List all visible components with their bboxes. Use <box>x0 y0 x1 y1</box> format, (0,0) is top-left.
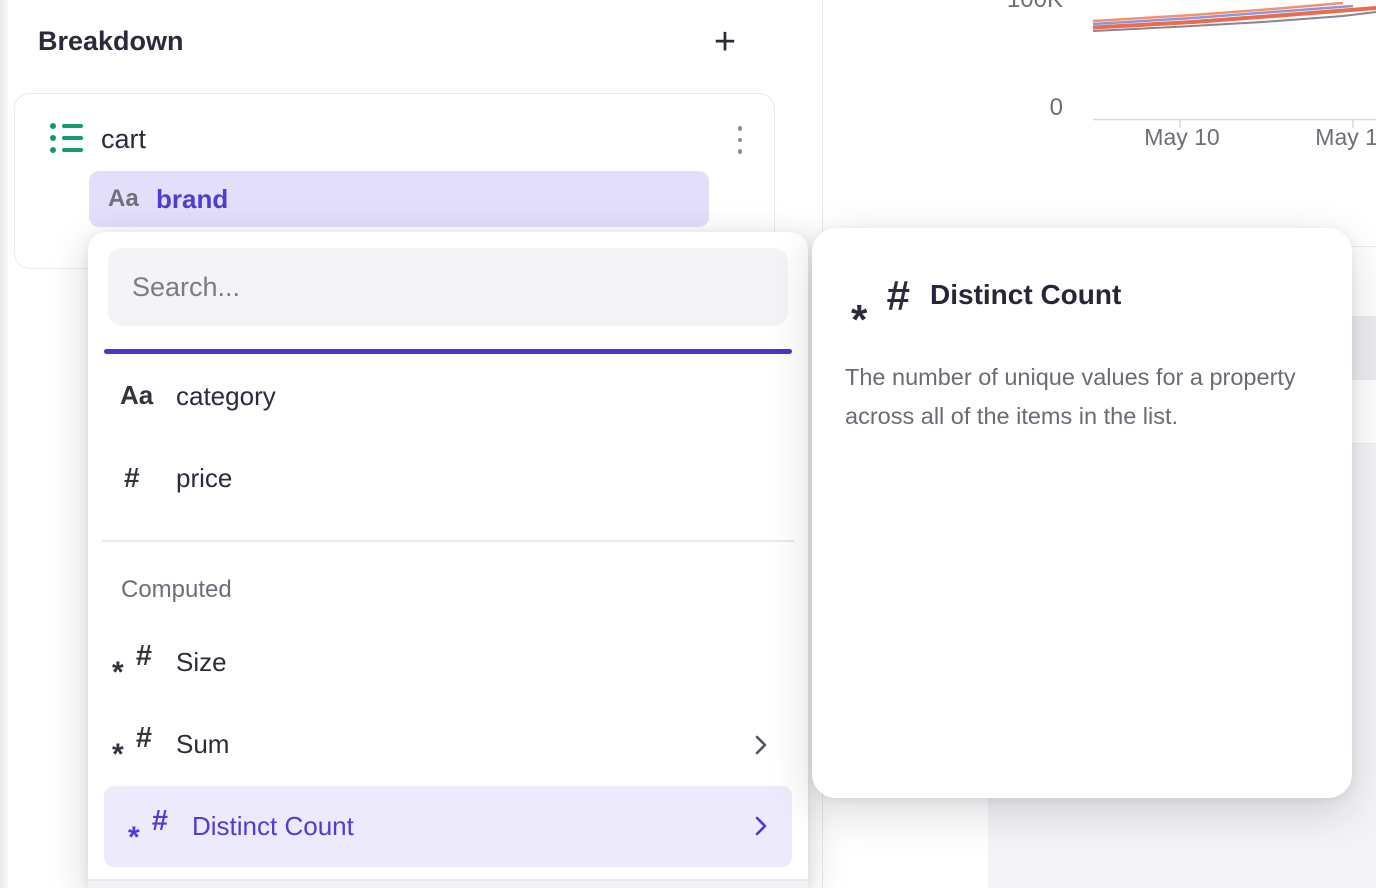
computed-option-size[interactable]: #* Size <box>88 628 808 698</box>
submenu-chevron-icon <box>754 815 768 842</box>
text-type-icon: Aa <box>108 185 139 213</box>
tooltip-title: Distinct Count <box>930 279 1121 311</box>
text-type-icon: Aa <box>120 380 153 411</box>
computed-option-label: Size <box>176 647 227 678</box>
line-chart <box>823 0 1376 140</box>
computed-number-icon: #* <box>132 808 168 848</box>
computed-number-icon: #* <box>116 643 152 683</box>
computed-option-label: Distinct Count <box>192 811 354 842</box>
dropdown-bottom-section <box>88 881 808 888</box>
property-dropdown: Aa category # price Computed #* Size #* … <box>88 232 808 888</box>
y-axis-label-100k: 100K <box>963 0 1063 14</box>
computed-option-sum[interactable]: #* Sum <box>88 710 808 780</box>
computed-number-icon: #* <box>858 276 910 332</box>
x-axis-label-may17: May 17 <box>1283 124 1376 151</box>
selected-property-chip[interactable]: Aa brand <box>89 171 709 227</box>
chart-series-lines <box>1093 3 1376 31</box>
number-type-icon: # <box>124 462 140 494</box>
search-input[interactable] <box>108 248 788 326</box>
list-icon <box>50 123 83 153</box>
group-options-kebab-button[interactable] <box>720 118 760 162</box>
left-edge-shadow <box>0 0 8 888</box>
distinct-count-tooltip: #* Distinct Count The number of unique v… <box>812 228 1352 798</box>
property-option-label: category <box>176 381 276 412</box>
breakdown-section-title: Breakdown <box>38 26 184 57</box>
tooltip-description: The number of unique values for a proper… <box>845 358 1345 435</box>
computed-number-icon: #* <box>116 725 152 765</box>
dropdown-section-divider <box>102 540 794 542</box>
computed-option-label: Sum <box>176 729 229 760</box>
property-option-category[interactable]: Aa category <box>88 362 808 432</box>
selected-property-label: brand <box>156 184 228 215</box>
add-breakdown-button[interactable]: + <box>701 18 749 66</box>
submenu-chevron-icon <box>754 734 768 761</box>
computed-option-distinct-count[interactable]: #* Distinct Count <box>104 786 792 867</box>
active-section-indicator <box>104 349 792 354</box>
group-name: cart <box>101 124 146 155</box>
property-option-price[interactable]: # price <box>88 444 808 514</box>
x-axis-label-may10: May 10 <box>1112 124 1252 151</box>
search-box <box>108 248 788 326</box>
computed-section-label: Computed <box>121 576 232 604</box>
property-option-label: price <box>176 463 232 494</box>
y-axis-label-0: 0 <box>963 94 1063 122</box>
app-canvas: 100K 0 May 10 May 17 Breakdown + cart Aa… <box>0 0 1376 888</box>
